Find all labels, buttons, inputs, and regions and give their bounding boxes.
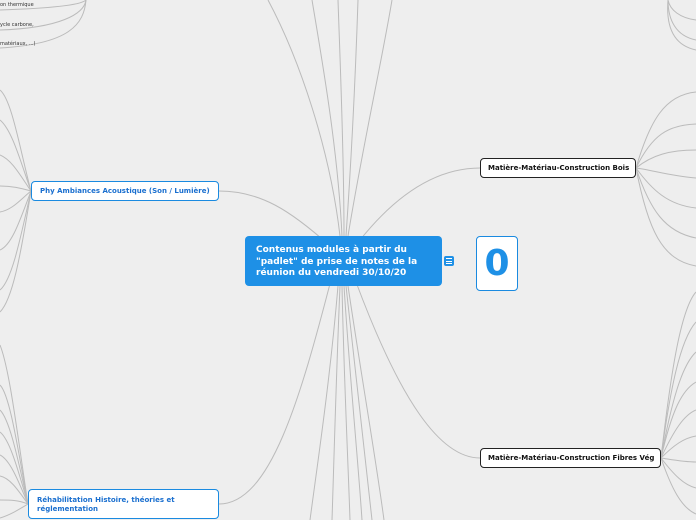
central-topic-line1: Contenus modules à partir du xyxy=(256,245,407,255)
counter-box: 0 xyxy=(476,236,518,291)
topic-reha-line1: Réhabilitation Histoire, théories et xyxy=(37,496,175,504)
topic-fibres-label: Matière-Matériau-Construction Fibres Vég xyxy=(488,454,655,462)
central-topic[interactable]: Contenus modules à partir du "padlet" de… xyxy=(245,236,442,286)
fragment-label-thermique: on thermique xyxy=(0,2,34,8)
fragment-label-carbone: ycle carbone, xyxy=(0,22,34,28)
fragment-label-materiaux: matériaux, ...) xyxy=(0,41,36,47)
note-icon[interactable] xyxy=(444,256,454,266)
topic-construction-bois[interactable]: Matière-Matériau-Construction Bois xyxy=(480,158,636,178)
topic-construction-fibres[interactable]: Matière-Matériau-Construction Fibres Vég xyxy=(480,448,661,468)
topic-bois-label: Matière-Matériau-Construction Bois xyxy=(488,164,630,172)
central-topic-line2: "padlet" de prise de notes de la xyxy=(256,256,418,267)
topic-reha-line2: réglementation xyxy=(37,505,98,513)
central-topic-line3: réunion du vendredi 30/10/20 xyxy=(256,268,407,278)
topic-rehabilitation[interactable]: Réhabilitation Histoire, théories et rég… xyxy=(28,489,219,519)
topic-phy-label: Phy Ambiances Acoustique (Son / Lumière) xyxy=(40,187,210,195)
topic-phy-ambiances[interactable]: Phy Ambiances Acoustique (Son / Lumière) xyxy=(31,181,219,201)
